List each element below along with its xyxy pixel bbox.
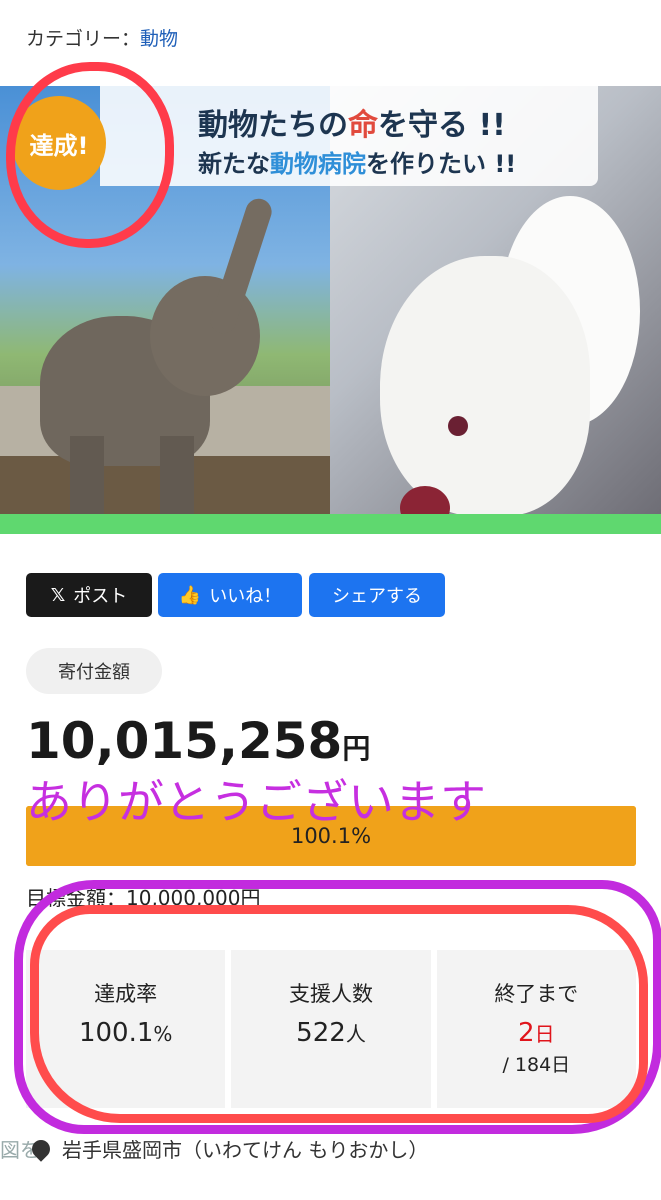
category-link[interactable]: 動物 xyxy=(140,28,178,50)
banner-highlight: 命 xyxy=(348,108,378,143)
squirrel-eye xyxy=(448,416,468,436)
banner-text: 新たな xyxy=(198,150,270,178)
category-label: カテゴリー： xyxy=(26,28,141,50)
banner-text: 動物たちの xyxy=(198,108,348,143)
category-line: カテゴリー：動物 xyxy=(26,24,178,51)
banner-highlight: 動物病院 xyxy=(270,150,366,178)
donation-amount: 10,015,258円 xyxy=(26,712,370,770)
donation-tag: 寄付金額 xyxy=(26,648,162,694)
banner-title-box: 動物たちの命を守る !! 新たな動物病院を作りたい !! xyxy=(100,86,598,186)
location-text: 岩手県盛岡市（いわてけん もりおかし） xyxy=(62,1138,429,1162)
annotation-scribble-red xyxy=(30,905,648,1123)
thanks-handwriting: ありがとうございます xyxy=(26,775,486,829)
x-logo-icon: 𝕏 xyxy=(50,584,66,606)
thumbs-up-icon: 👍 xyxy=(178,584,202,606)
share-button[interactable]: シェアする xyxy=(309,573,445,617)
share-label: シェアする xyxy=(332,586,422,607)
banner-title-line1: 動物たちの命を守る !! xyxy=(198,100,506,144)
annotation-circle xyxy=(6,62,174,248)
like-button[interactable]: 👍 いいね！ xyxy=(158,573,302,617)
post-label: ポスト xyxy=(73,586,128,607)
banner-title-line2: 新たな動物病院を作りたい !! xyxy=(198,144,516,179)
location-line: 岩手県盛岡市（いわてけん もりおかし） xyxy=(28,1134,429,1163)
amount-currency: 円 xyxy=(342,732,371,765)
amount-value: 10,015,258 xyxy=(26,712,343,770)
banner-text: を守る !! xyxy=(378,108,506,143)
like-label: いいね！ xyxy=(209,586,282,607)
banner-bottom-bar xyxy=(0,514,661,534)
post-x-button[interactable]: 𝕏 ポスト xyxy=(26,573,152,617)
map-pin-icon xyxy=(28,1135,54,1162)
banner-text: を作りたい !! xyxy=(366,150,517,178)
squirrel-body xyxy=(380,256,590,516)
